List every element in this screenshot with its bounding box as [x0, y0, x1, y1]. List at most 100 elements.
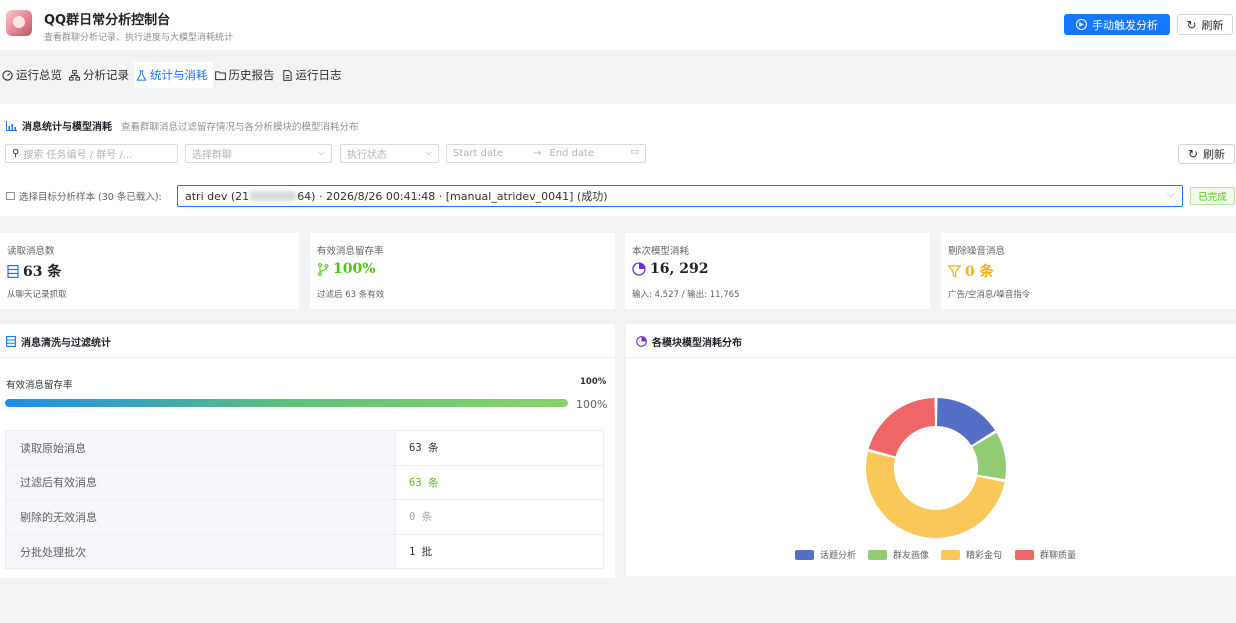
metric-value: 63 条 — [7, 261, 61, 281]
filter-icon — [948, 264, 961, 278]
filter-refresh-button[interactable]: ↻ 刷新 — [1178, 144, 1235, 164]
legend-swatch — [868, 549, 887, 560]
date-range-arrow: → — [533, 148, 542, 159]
retention-progress-bar — [5, 399, 568, 407]
header-refresh-button[interactable]: ↻ 刷新 — [1177, 14, 1233, 35]
cleaning-stats-table: 读取原始消息 63 条 过滤后有效消息 63 条 剔除的无效消息 0 条 分批处… — [5, 430, 604, 570]
list-icon — [6, 336, 16, 347]
sitemap-icon — [69, 69, 80, 81]
list-icon — [7, 264, 19, 278]
legend-swatch — [1015, 549, 1034, 560]
table-row-value: 63 条 — [395, 464, 604, 501]
sample-select[interactable]: atri dev (21 64) · 2026/8/26 00:41:48 · … — [177, 185, 1183, 207]
legend-label: 话题分析 — [820, 551, 857, 561]
cleaning-panel-title: 消息清洗与过滤统计 — [6, 334, 111, 349]
branch-icon — [318, 262, 329, 276]
tab-overview-label: 运行总览 — [16, 68, 62, 82]
search-placeholder: 搜索 任务编号 / 群号 /... — [23, 150, 133, 161]
tab-logs[interactable]: 运行日志 — [280, 62, 347, 88]
refresh-icon: ↻ — [1187, 147, 1199, 161]
app-title: QQ群日常分析控制台 — [44, 13, 171, 28]
search-icon: ⚲ — [12, 148, 20, 159]
legend-swatch — [941, 549, 960, 560]
metric-note: 广告/空消息/噪音指令 — [948, 290, 1031, 300]
tab-history-label: 历史报告 — [228, 68, 275, 82]
metric-value: 100% — [317, 261, 376, 277]
tab-stats[interactable]: 统计与消耗 — [134, 62, 213, 88]
sample-select-suffix: 64) · 2026/8/26 00:41:48 · [manual_atrid… — [297, 190, 608, 203]
app-header: QQ群日常分析控制台 查看群聊分析记录、执行进度与大模型消耗统计 ▶ 手动触发分… — [0, 0, 1236, 50]
table-row-value: 63 条 — [395, 430, 604, 466]
sample-select-label-text: 选择目标分析样本 (30 条已载入): — [19, 192, 162, 203]
dashboard-icon — [2, 69, 13, 81]
tab-records[interactable]: 分析记录 — [67, 62, 134, 88]
donut-slice-4[interactable] — [868, 398, 936, 457]
sample-select-prefix: atri dev (21 — [185, 189, 250, 203]
chart-legend-item[interactable]: 话题分析 — [795, 548, 856, 561]
pie-icon — [636, 336, 647, 347]
metric-label: 有效消息留存率 — [317, 246, 384, 257]
stats-section-description: 查看群聊消息过滤留存情况与各分析模块的模型消耗分布 — [121, 121, 359, 133]
tab-records-label: 分析记录 — [83, 68, 129, 82]
table-row: 分批处理批次 1 批 — [5, 533, 604, 570]
end-date-input[interactable]: End date — [549, 148, 594, 159]
chart-legend-item[interactable]: 精彩金句 — [941, 548, 1002, 561]
chevron-down-icon: ⌵ — [425, 148, 432, 158]
status-select[interactable]: 执行状态 ⌵ — [340, 144, 439, 163]
trigger-analysis-button[interactable]: ▶ 手动触发分析 — [1064, 14, 1170, 35]
retention-ratio-value: 100% — [580, 377, 607, 387]
metric-note: 过滤后 63 条有效 — [317, 290, 385, 300]
metric-note: 输入: 4,527 / 输出: 11,765 — [632, 290, 740, 300]
chevron-down-icon: ⌵ — [1166, 189, 1174, 200]
search-input[interactable]: ⚲ 搜索 任务编号 / 群号 /... — [5, 144, 178, 163]
retention-progress-fill — [5, 399, 568, 407]
tab-stats-label: 统计与消耗 — [150, 68, 208, 82]
date-range-picker[interactable]: Start date → End date ▭ — [446, 144, 646, 163]
metric-card-token-usage: 本次模型消耗 16, 292 输入: 4,527 / 输出: 11,765 — [625, 233, 930, 309]
legend-label: 群聊质量 — [1040, 551, 1077, 561]
metric-value: 16, 292 — [632, 261, 708, 277]
app-logo — [6, 10, 32, 36]
refresh-icon: ↻ — [1186, 17, 1197, 32]
metric-label: 剔除噪音消息 — [948, 246, 1006, 257]
table-row: 剔除的无效消息 0 条 — [5, 499, 604, 535]
table-row-label: 读取原始消息 — [5, 430, 396, 466]
retention-progress-text: 100% — [576, 398, 608, 411]
group-select[interactable]: 选择群聊 ⌵ — [185, 144, 332, 163]
token-panel-title: 各模块模型消耗分布 — [636, 334, 742, 349]
stats-section-title-text: 消息统计与模型消耗 — [22, 122, 112, 133]
tab-overview[interactable]: 运行总览 — [0, 62, 67, 88]
token-donut-chart — [866, 398, 1006, 538]
chart-legend-item[interactable]: 群友画像 — [868, 548, 929, 561]
tab-bar: 运行总览 分析记录 统计与消耗 历史报告 运行日志 — [0, 62, 347, 88]
start-date-input[interactable]: Start date — [453, 148, 523, 159]
donut-slice-1[interactable] — [936, 398, 995, 446]
metric-card-noise: 剔除噪音消息 0 条 广告/空消息/噪音指令 — [941, 233, 1236, 309]
document-icon — [282, 69, 292, 81]
legend-label: 群友画像 — [893, 551, 930, 561]
redacted-group-id — [250, 191, 297, 201]
legend-label: 精彩金句 — [966, 551, 1003, 561]
metric-note: 从聊天记录抓取 — [7, 290, 67, 300]
chevron-down-icon: ⌵ — [318, 148, 325, 158]
tab-history[interactable]: 历史报告 — [213, 62, 280, 88]
pie-icon — [632, 262, 646, 276]
token-panel-title-text: 各模块模型消耗分布 — [652, 338, 742, 349]
legend-swatch — [795, 549, 814, 560]
table-row-label: 分批处理批次 — [5, 533, 396, 570]
metric-value-text: 100% — [333, 261, 376, 277]
table-row-label: 剔除的无效消息 — [5, 499, 396, 535]
folder-icon — [214, 70, 226, 80]
chart-legend-item[interactable]: 群聊质量 — [1015, 548, 1076, 561]
status-badge: 已完成 — [1190, 187, 1235, 205]
metric-value-text: 16, 292 — [650, 261, 709, 277]
table-row-value: 0 条 — [395, 499, 604, 535]
table-row-label: 过滤后有效消息 — [5, 464, 396, 501]
app-subtitle: 查看群聊分析记录、执行进度与大模型消耗统计 — [44, 33, 234, 43]
tab-logs-label: 运行日志 — [295, 68, 342, 82]
metric-label: 读取消息数 — [7, 246, 55, 257]
play-icon: ▶ — [1076, 19, 1087, 30]
table-icon — [6, 192, 15, 200]
sample-select-label: 选择目标分析样本 (30 条已载入): — [6, 189, 162, 203]
flask-icon — [136, 69, 147, 81]
